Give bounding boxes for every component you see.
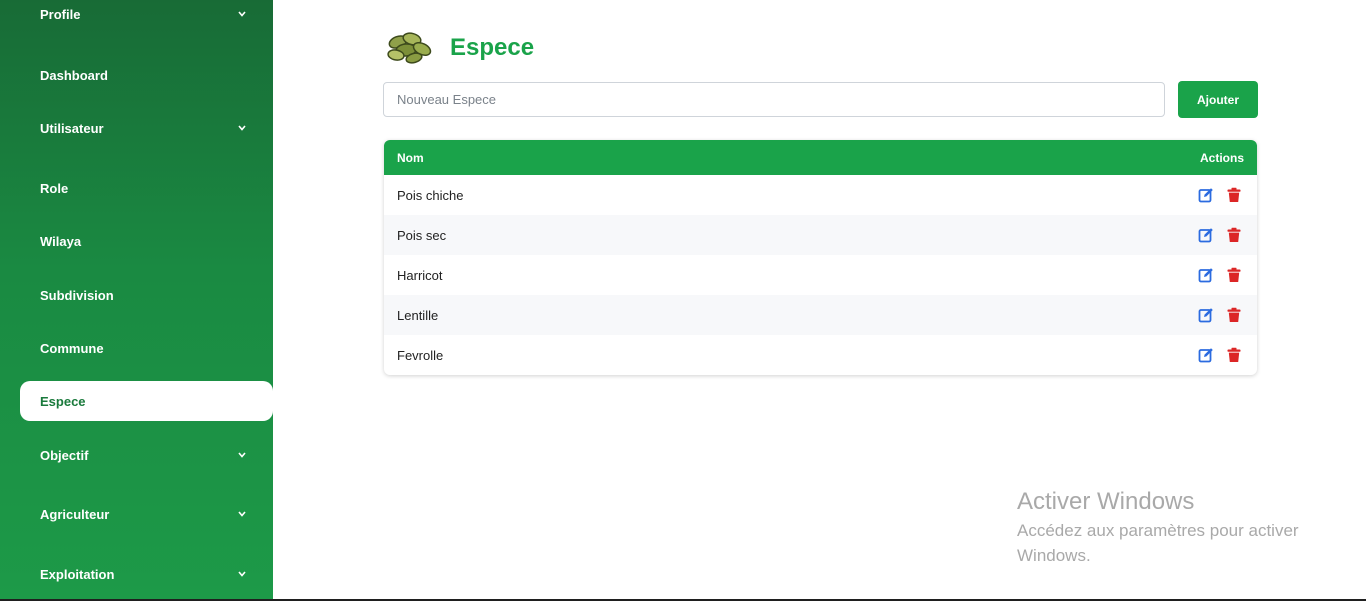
sidebar-item-exploitation[interactable]: Exploitation [0,554,273,594]
row-actions [1198,267,1244,283]
delete-icon[interactable] [1226,267,1242,283]
edit-icon[interactable] [1198,347,1214,363]
cell-nom: Harricot [397,267,443,283]
column-header-actions: Actions [1199,150,1244,165]
chevron-down-icon [237,569,247,579]
sidebar-item-role[interactable]: Role [0,168,273,208]
cell-nom: Lentille [397,307,439,323]
sidebar-item-label: Commune [40,340,104,356]
windows-activation-watermark: Activer Windows Accédez aux paramètres p… [1017,488,1317,568]
sidebar-item-label: Role [40,180,69,196]
delete-icon[interactable] [1226,347,1242,363]
sidebar-item-label: Wilaya [40,233,82,249]
sidebar-item-label: Profile [40,6,81,22]
column-header-nom: Nom [397,150,424,165]
table-row: Pois chiche [384,175,1257,215]
edit-icon[interactable] [1198,267,1214,283]
sidebar-item-agriculteur[interactable]: Agriculteur [0,494,273,534]
sidebar-item-dashboard[interactable]: Dashboard [0,55,273,95]
cell-nom: Fevrolle [397,347,444,363]
chevron-down-icon [237,123,247,133]
edit-icon[interactable] [1198,307,1214,323]
sidebar-item-label: Dashboard [40,67,108,83]
sidebar-item-wilaya[interactable]: Wilaya [0,221,273,261]
row-actions [1198,347,1244,363]
delete-icon[interactable] [1226,227,1242,243]
table-row: Harricot [384,255,1257,295]
sidebar-item-label: Exploitation [40,566,115,582]
sidebar-item-label: Utilisateur [40,120,104,136]
table-body: Pois chiche Pois sec Harricot Lentille F… [384,175,1257,375]
row-actions [1198,307,1244,323]
sidebar-item-subdivision[interactable]: Subdivision [0,275,273,315]
sidebar: Profile Dashboard Utilisateur Role Wilay… [0,0,273,601]
table-row: Fevrolle [384,335,1257,375]
sidebar-item-label: Subdivision [40,287,114,303]
espece-table: Nom Actions Pois chiche Pois sec Harrico… [384,140,1257,375]
page-header: Espece [384,28,534,68]
seeds-icon [384,28,434,68]
row-actions [1198,187,1244,203]
cell-nom: Pois chiche [397,187,464,203]
add-button[interactable]: Ajouter [1178,81,1258,118]
sidebar-item-utilisateur[interactable]: Utilisateur [0,108,273,148]
chevron-down-icon [237,9,247,19]
sidebar-item-commune[interactable]: Commune [0,328,273,368]
page-title: Espece [450,34,535,61]
delete-icon[interactable] [1226,187,1242,203]
sidebar-item-label: Agriculteur [40,506,110,522]
delete-icon[interactable] [1226,307,1242,323]
sidebar-item-espece[interactable]: Espece [20,381,273,421]
sidebar-item-profile[interactable]: Profile [0,0,273,34]
chevron-down-icon [237,450,247,460]
watermark-title: Activer Windows [1017,488,1195,515]
row-actions [1198,227,1244,243]
sidebar-item-label: Espece [40,393,86,409]
new-espece-input[interactable] [383,82,1165,117]
sidebar-item-objectif[interactable]: Objectif [0,435,273,475]
cell-nom: Pois sec [397,227,447,243]
edit-icon[interactable] [1198,187,1214,203]
table-header: Nom Actions [384,140,1257,175]
sidebar-item-label: Objectif [40,447,89,463]
table-row: Lentille [384,295,1257,335]
edit-icon[interactable] [1198,227,1214,243]
table-row: Pois sec [384,215,1257,255]
chevron-down-icon [237,509,247,519]
watermark-subtitle: Accédez aux paramètres pour activer Wind… [1017,521,1299,565]
